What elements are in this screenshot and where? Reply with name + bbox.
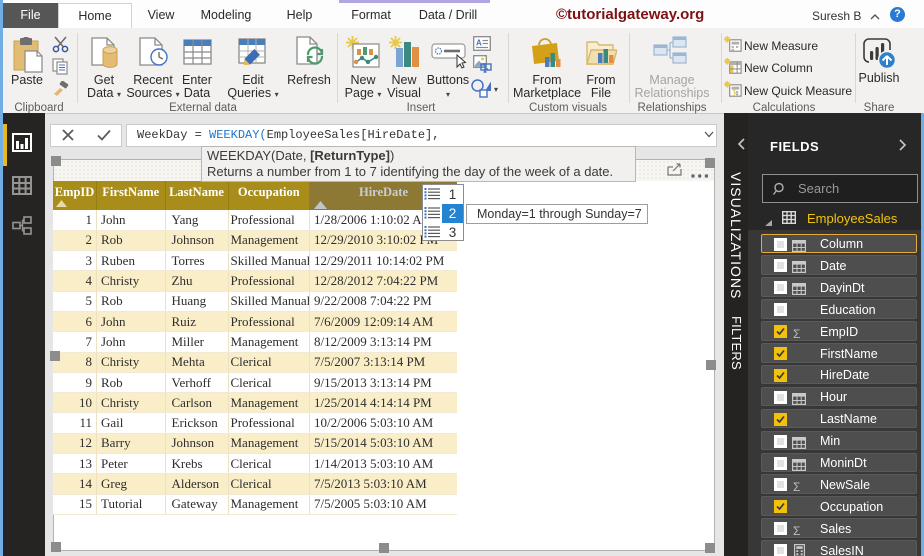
svg-text:A: A <box>476 39 482 48</box>
